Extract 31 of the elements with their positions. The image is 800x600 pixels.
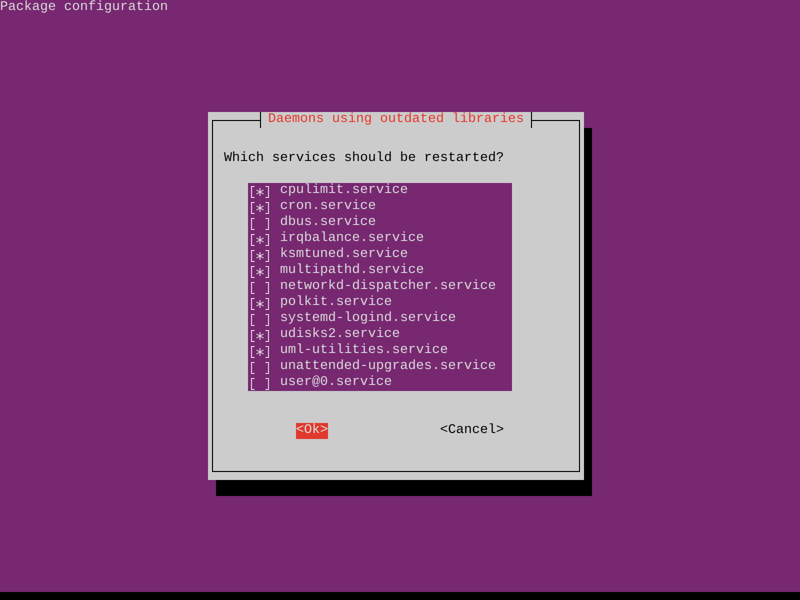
- checkbox-icon[interactable]: [248, 327, 272, 343]
- ok-button[interactable]: <Ok>: [296, 423, 328, 439]
- checkbox-icon[interactable]: [248, 295, 272, 311]
- checkbox-icon[interactable]: [248, 247, 272, 263]
- checkbox-icon[interactable]: [248, 311, 272, 327]
- service-label[interactable]: dbus.service: [280, 215, 376, 231]
- service-label[interactable]: multipathd.service: [280, 263, 424, 279]
- service-label[interactable]: networkd-dispatcher.service: [280, 279, 496, 295]
- checkbox-icon[interactable]: [248, 263, 272, 279]
- checkbox-icon[interactable]: [248, 215, 272, 231]
- dialog-prompt: Which services should be restarted?: [224, 151, 504, 167]
- service-label[interactable]: udisks2.service: [280, 327, 400, 343]
- service-label[interactable]: user@0.service: [280, 375, 392, 391]
- service-label[interactable]: unattended-upgrades.service: [280, 359, 496, 375]
- checkbox-icon[interactable]: [248, 375, 272, 391]
- checkbox-icon[interactable]: [248, 183, 272, 199]
- service-label[interactable]: irqbalance.service: [280, 231, 424, 247]
- screen-title: Package configuration: [0, 0, 168, 16]
- cancel-button[interactable]: <Cancel>: [440, 423, 504, 439]
- checkbox-icon[interactable]: [248, 231, 272, 247]
- service-label[interactable]: ksmtuned.service: [280, 247, 408, 263]
- checkbox-icon[interactable]: [248, 199, 272, 215]
- checkbox-icon[interactable]: [248, 343, 272, 359]
- dialog-title: Daemons using outdated libraries: [260, 112, 532, 128]
- service-label[interactable]: cpulimit.service: [280, 183, 408, 199]
- service-label[interactable]: cron.service: [280, 199, 376, 215]
- service-label[interactable]: uml-utilities.service: [280, 343, 448, 359]
- service-label[interactable]: polkit.service: [280, 295, 392, 311]
- service-label[interactable]: systemd-logind.service: [280, 311, 456, 327]
- checkbox-icon[interactable]: [248, 279, 272, 295]
- checkbox-icon[interactable]: [248, 359, 272, 375]
